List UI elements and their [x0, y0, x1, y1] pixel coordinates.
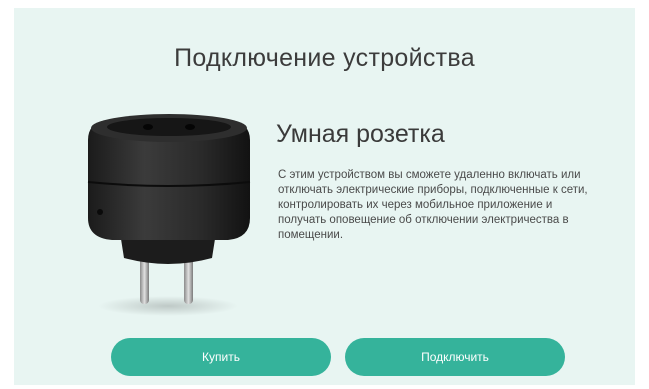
connect-button[interactable]: Подключить	[345, 338, 565, 376]
page-title: Подключение устройства	[174, 44, 475, 72]
smart-plug-image	[87, 114, 251, 316]
device-connection-screen: Подключение устройства Умная розетка С э…	[14, 8, 635, 385]
device-description: С этим устройством вы сможете удаленно в…	[278, 169, 588, 241]
buy-button[interactable]: Купить	[111, 338, 331, 376]
device-name: Умная розетка	[276, 120, 445, 148]
